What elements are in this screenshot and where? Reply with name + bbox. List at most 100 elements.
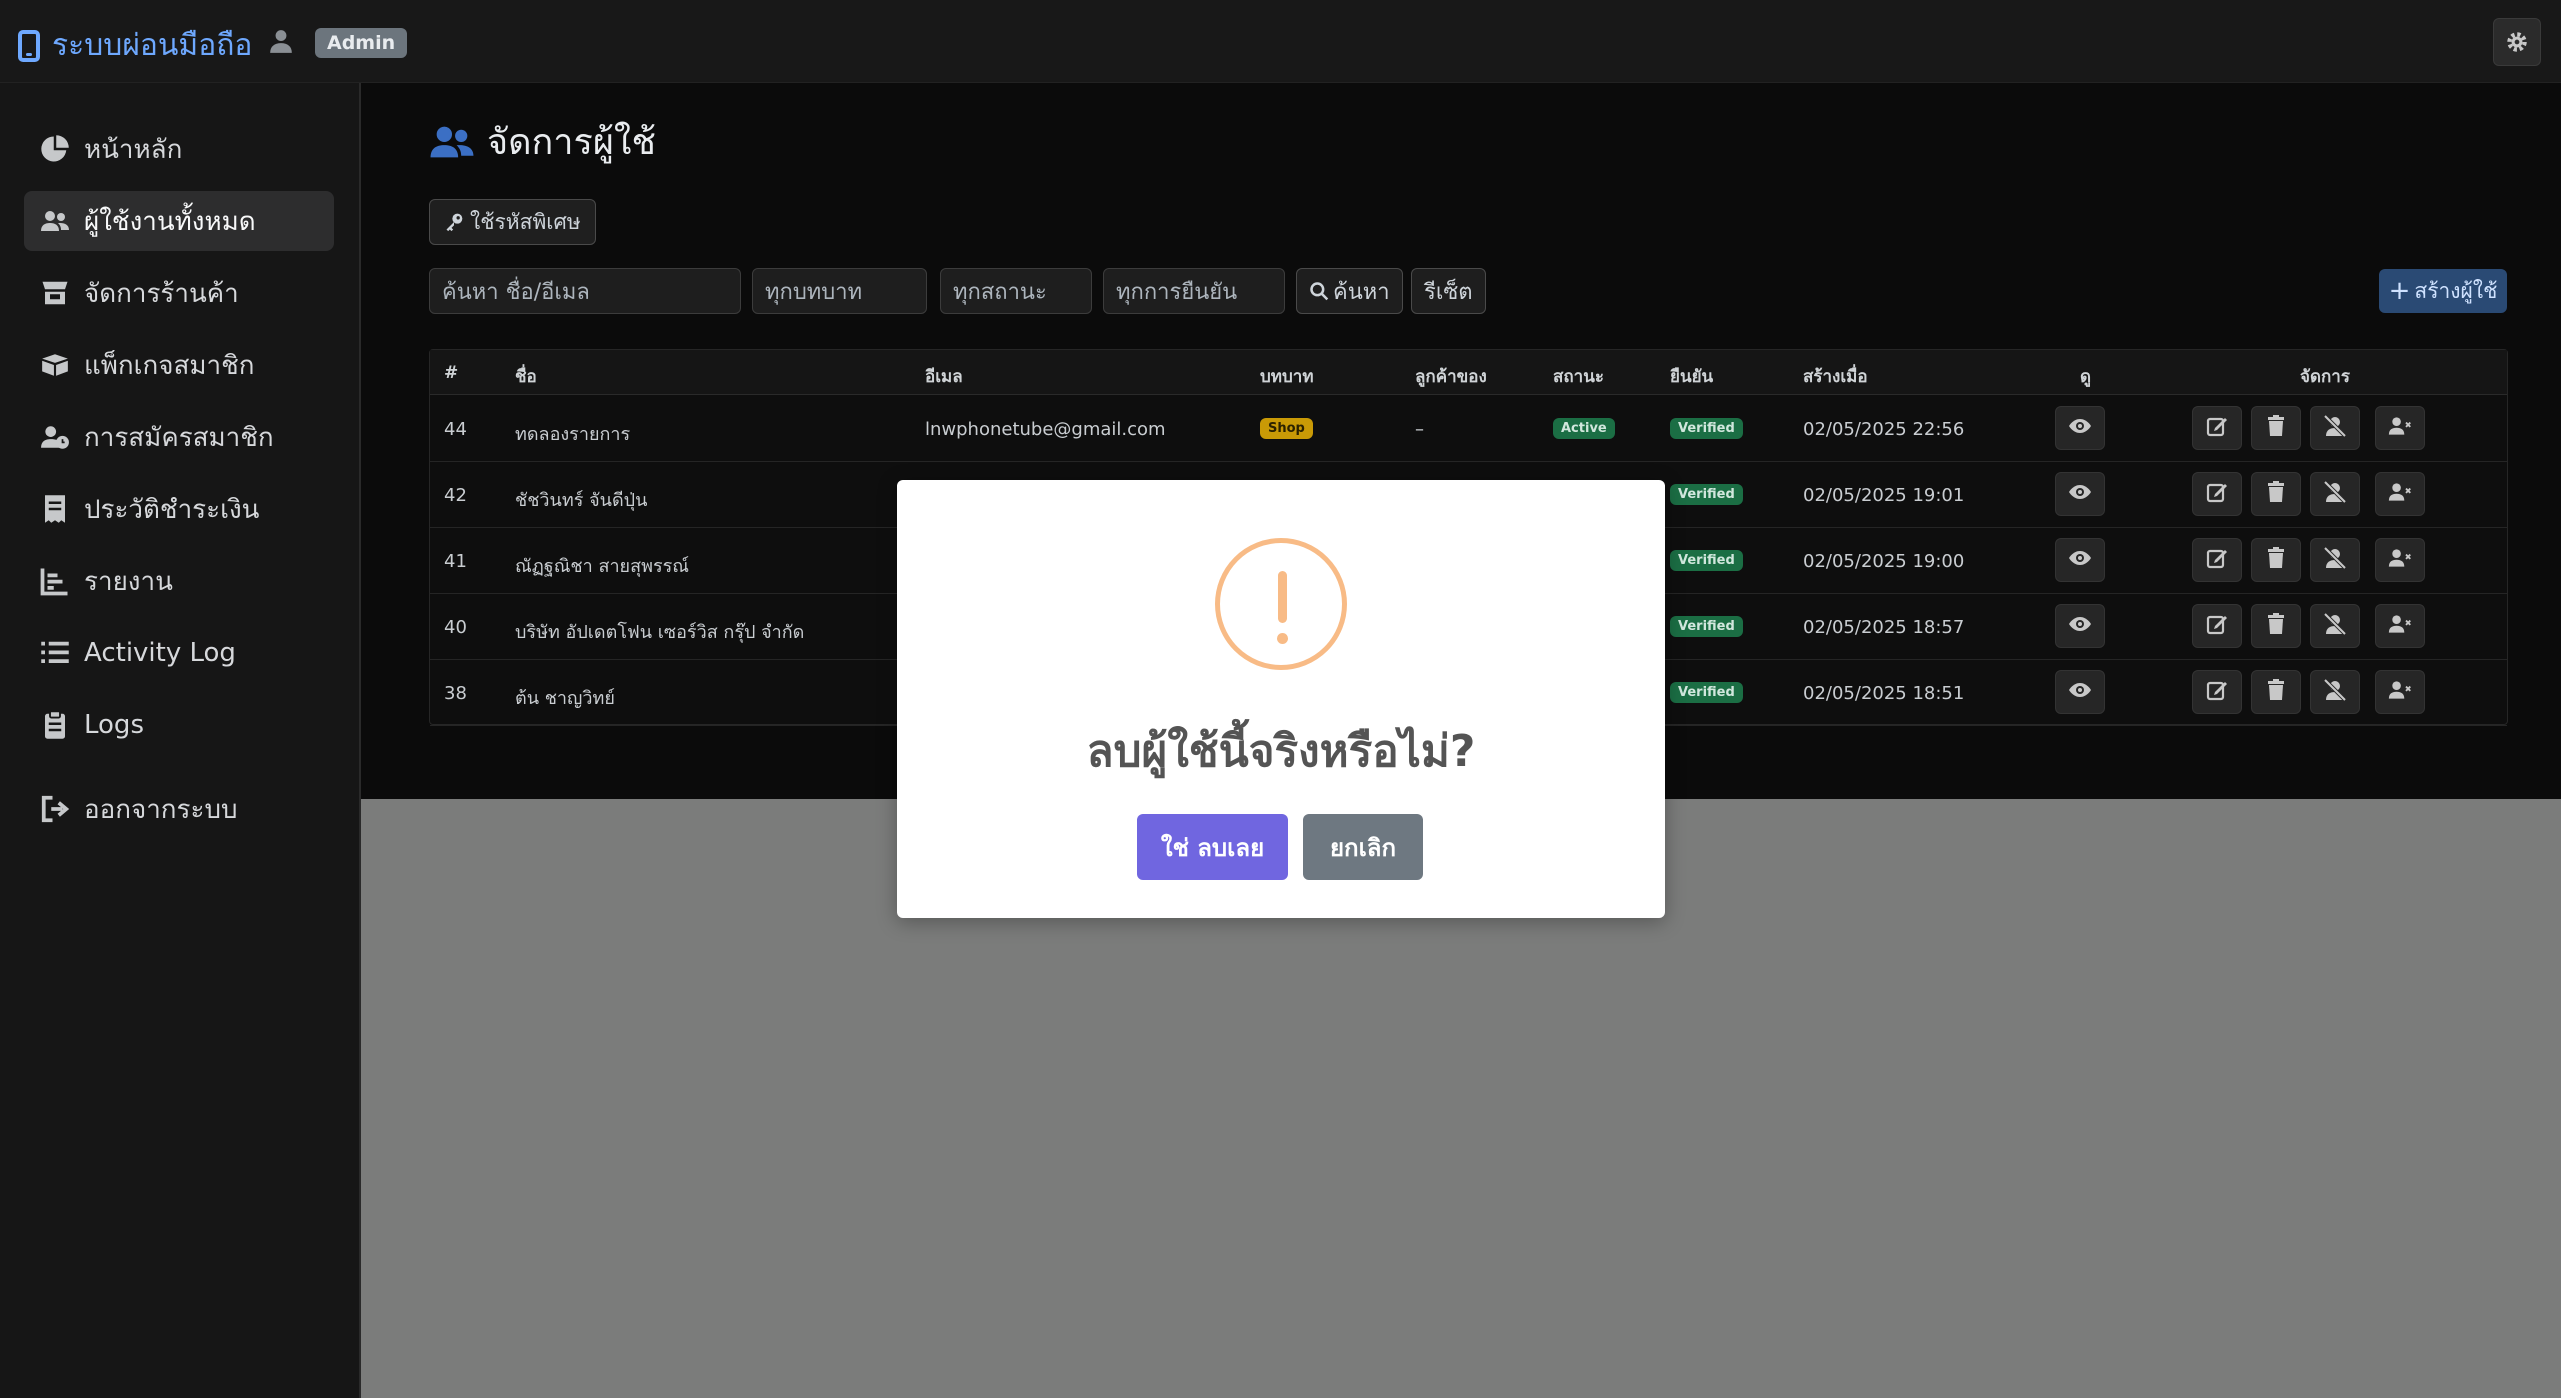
suspend-button[interactable]	[2310, 604, 2360, 648]
role-filter-select[interactable]: ทุกบทบาท	[752, 268, 927, 314]
eye-icon	[2068, 612, 2092, 640]
top-navbar: ระบบผ่อนมือถือ Admin	[0, 0, 2561, 83]
trash-icon	[2264, 546, 2288, 574]
remove-user-button[interactable]	[2375, 406, 2425, 450]
view-button[interactable]	[2055, 604, 2105, 648]
sidebar-item-reports[interactable]: รายงาน	[24, 551, 334, 611]
cell-name: ณัฏฐณิชา สายสุพรรณ์	[515, 556, 689, 577]
view-button[interactable]	[2055, 406, 2105, 450]
sidebar-item-subscriptions[interactable]: การสมัครสมาชิก	[24, 407, 334, 467]
delete-button[interactable]	[2251, 604, 2301, 648]
sidebar-item-activity-log[interactable]: Activity Log	[24, 623, 334, 683]
verify-filter-select[interactable]: ทุกการยืนยัน	[1103, 268, 1285, 314]
sidebar-item-dashboard[interactable]: หน้าหลัก	[24, 119, 334, 179]
sidebar-item-label: Logs	[84, 710, 144, 740]
eye-icon	[2068, 480, 2092, 508]
delete-button[interactable]	[2251, 406, 2301, 450]
cell-created: 02/05/2025 18:57	[1803, 617, 1965, 638]
verified-badge: Verified	[1670, 682, 1743, 703]
cell-name: ทดลองรายการ	[515, 424, 631, 445]
user-icon	[270, 30, 292, 53]
special-code-button[interactable]: ใช้รหัสพิเศษ	[429, 199, 596, 245]
column-header: ยืนยัน	[1670, 367, 1714, 387]
brand-link[interactable]: ระบบผ่อนมือถือ	[18, 22, 252, 69]
status-filter-select[interactable]: ทุกสถานะ	[940, 268, 1092, 314]
view-button[interactable]	[2055, 472, 2105, 516]
warning-icon	[1215, 538, 1347, 670]
delete-button[interactable]	[2251, 472, 2301, 516]
column-header: สร้างเมื่อ	[1803, 367, 1868, 387]
sidebar-item-packages[interactable]: แพ็กเกจสมาชิก	[24, 335, 334, 395]
edit-button[interactable]	[2192, 604, 2242, 648]
users-icon	[41, 211, 69, 231]
suspend-button[interactable]	[2310, 472, 2360, 516]
user-clock-icon	[41, 426, 69, 449]
user-times-icon	[2388, 612, 2412, 640]
cell-created: 02/05/2025 19:00	[1803, 551, 1965, 572]
cancel-button[interactable]: ยกเลิก	[1303, 814, 1423, 880]
suspend-button[interactable]	[2310, 406, 2360, 450]
sidebar-item-stores[interactable]: จัดการร้านค้า	[24, 263, 334, 323]
cell-created: 02/05/2025 19:01	[1803, 485, 1965, 506]
plus-icon: +	[2388, 276, 2411, 306]
key-icon	[446, 213, 463, 232]
eye-icon	[2068, 678, 2092, 706]
search-button[interactable]: ค้นหา	[1296, 268, 1403, 314]
special-code-label: ใช้รหัสพิเศษ	[470, 209, 581, 234]
verified-badge: Verified	[1670, 484, 1743, 505]
remove-user-button[interactable]	[2375, 604, 2425, 648]
search-input[interactable]: ค้นหา ชื่อ/อีเมล	[429, 268, 741, 314]
create-user-button[interactable]: + สร้างผู้ใช้	[2379, 269, 2507, 313]
edit-icon	[2205, 414, 2229, 442]
trash-icon	[2264, 612, 2288, 640]
edit-icon	[2205, 612, 2229, 640]
eye-icon	[2068, 414, 2092, 442]
list-icon	[41, 641, 69, 663]
verified-badge: Verified	[1670, 616, 1743, 637]
trash-icon	[2264, 678, 2288, 706]
edit-button[interactable]	[2192, 670, 2242, 714]
edit-button[interactable]	[2192, 472, 2242, 516]
suspend-button[interactable]	[2310, 538, 2360, 582]
edit-button[interactable]	[2192, 406, 2242, 450]
delete-button[interactable]	[2251, 538, 2301, 582]
receipt-icon	[45, 495, 65, 523]
settings-button[interactable]	[2493, 18, 2541, 66]
edit-icon	[2205, 546, 2229, 574]
store-icon	[42, 281, 68, 305]
confirm-delete-button[interactable]: ใช่ ลบเลย	[1137, 814, 1288, 880]
remove-user-button[interactable]	[2375, 670, 2425, 714]
remove-user-button[interactable]	[2375, 472, 2425, 516]
user-times-icon	[2388, 546, 2412, 574]
sidebar-item-payments[interactable]: ประวัติชำระเงิน	[24, 479, 334, 539]
page-title: จัดการผู้ใช้	[429, 113, 656, 170]
confirm-delete-dialog: ลบผู้ใช้นี้จริงหรือไม่? ใช่ ลบเลย ยกเลิก	[897, 480, 1665, 918]
user-slash-icon	[2323, 678, 2347, 706]
sidebar-item-label: จัดการร้านค้า	[84, 278, 239, 309]
sign-out-icon	[41, 795, 70, 823]
column-header: #	[444, 363, 459, 383]
user-slash-icon	[2323, 480, 2347, 508]
user-times-icon	[2388, 414, 2412, 442]
column-header: ชื่อ	[515, 367, 537, 387]
chart-bar-icon	[40, 568, 68, 596]
remove-user-button[interactable]	[2375, 538, 2425, 582]
view-button[interactable]	[2055, 670, 2105, 714]
cell-id: 38	[444, 683, 467, 704]
sidebar-item-logs[interactable]: Logs	[24, 695, 334, 755]
chart-pie-icon	[41, 135, 69, 162]
edit-icon	[2205, 480, 2229, 508]
search-button-label: ค้นหา	[1333, 279, 1390, 305]
delete-button[interactable]	[2251, 670, 2301, 714]
user-slash-icon	[2323, 612, 2347, 640]
status-badge: Active	[1553, 418, 1615, 439]
sidebar-item-users[interactable]: ผู้ใช้งานทั้งหมด	[24, 191, 334, 251]
table-row: 44 ทดลองรายการ lnwphonetube@gmail.com Shop –…	[430, 396, 2507, 462]
gear-icon	[2507, 32, 2527, 52]
reset-button[interactable]: รีเซ็ต	[1411, 268, 1486, 314]
sidebar-item-logout[interactable]: ออกจากระบบ	[24, 779, 334, 839]
view-button[interactable]	[2055, 538, 2105, 582]
edit-button[interactable]	[2192, 538, 2242, 582]
suspend-button[interactable]	[2310, 670, 2360, 714]
mobile-phone-icon	[18, 29, 40, 62]
